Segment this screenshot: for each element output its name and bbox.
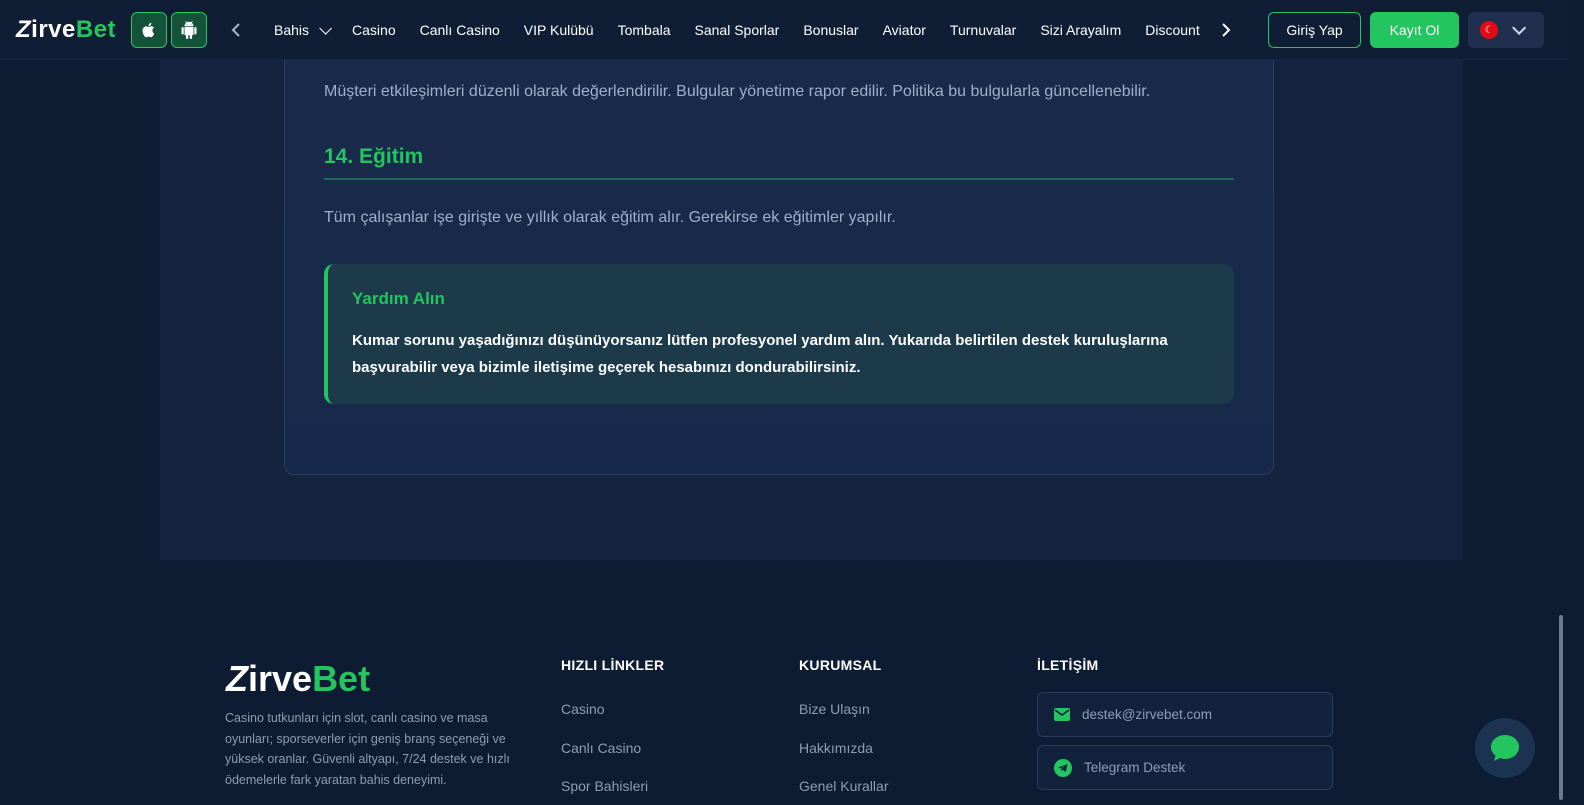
contact-email[interactable]: destek@zirvebet.com [1037, 692, 1333, 737]
footer-link-hakkimizda[interactable]: Hakkımızda [799, 740, 873, 756]
login-button[interactable]: Giriş Yap [1268, 12, 1361, 48]
telegram-icon [1054, 758, 1072, 777]
section-title: 14. Eğitim [324, 145, 424, 168]
footer-logo-irve: irve [248, 658, 313, 699]
live-chat-button[interactable] [1475, 718, 1535, 778]
intro-paragraph: Müşteri etkileşimleri düzenli olarak değ… [324, 83, 1151, 100]
mail-icon [1054, 708, 1070, 721]
help-callout-title: Yardım Alın [352, 289, 445, 308]
logo-bet: Bet [75, 16, 117, 43]
footer-link-bize-ulasin[interactable]: Bize Ulaşın [799, 701, 870, 717]
nav-item-vip-kulubu[interactable]: VIP Kulübü [512, 22, 606, 38]
scrollbar-thumb[interactable] [1559, 615, 1563, 800]
nav-scroll-left-button[interactable] [224, 18, 248, 42]
android-app-button[interactable] [171, 12, 207, 48]
nav-item-bonuslar[interactable]: Bonuslar [791, 22, 870, 38]
footer-logo-z: Z [226, 658, 248, 699]
footer-link-casino[interactable]: Casino [561, 701, 605, 717]
footer-logo[interactable]: Zirve Bet [226, 658, 371, 700]
chevron-right-icon [1222, 23, 1231, 37]
footer-link-genel-kurallar[interactable]: Genel Kurallar [799, 778, 889, 794]
contact-title: İLETİŞİM [1037, 657, 1099, 673]
nav-item-label: Bahis [274, 22, 310, 38]
nav-scroll-right-button[interactable] [1214, 18, 1238, 42]
contact-telegram-text: Telegram Destek [1084, 760, 1186, 775]
footer-logo-bet: Bet [312, 658, 371, 699]
nav-item-sanal-sporlar[interactable]: Sanal Sporlar [683, 22, 792, 38]
top-navbar: Zirve Bet Bahis Casino Canlı Casino VIP K… [0, 0, 1568, 60]
chevron-left-icon [231, 23, 240, 37]
contact-email-text: destek@zirvebet.com [1082, 707, 1213, 722]
quick-links-title: HIZLI LİNKLER [561, 657, 665, 673]
logo-irve: irve [31, 16, 76, 43]
register-button[interactable]: Kayıt Ol [1370, 12, 1459, 48]
turkey-flag-icon: ☾ [1480, 21, 1498, 39]
help-callout-text: Kumar sorunu yaşadığınızı düşünüyorsanız… [352, 332, 1168, 376]
chevron-down-icon [1512, 20, 1527, 35]
chat-bubble-icon [1491, 735, 1519, 761]
section-paragraph: Tüm çalışanlar işe girişte ve yıllık ola… [324, 209, 896, 226]
footer-link-spor-bahisleri[interactable]: Spor Bahisleri [561, 778, 648, 794]
chevron-down-icon [319, 21, 333, 35]
nav-item-discount[interactable]: Discount [1133, 22, 1211, 38]
corporate-title: KURUMSAL [799, 657, 882, 673]
language-selector[interactable]: ☾ [1468, 12, 1544, 48]
contact-telegram[interactable]: Telegram Destek [1037, 745, 1333, 790]
ios-app-button[interactable] [131, 12, 167, 48]
footer-link-canli-casino[interactable]: Canlı Casino [561, 740, 641, 756]
apple-icon [142, 22, 155, 38]
nav-item-aviator[interactable]: Aviator [871, 22, 938, 38]
nav-item-tombala[interactable]: Tombala [606, 22, 683, 38]
page-scrollbar[interactable] [1568, 0, 1584, 805]
site-logo[interactable]: Zirve Bet [16, 16, 116, 44]
nav-item-casino[interactable]: Casino [340, 22, 408, 38]
nav-item-sizi-arayalim[interactable]: Sizi Arayalım [1028, 22, 1133, 38]
logo-z: Z [16, 16, 32, 43]
nav-item-turnuvalar[interactable]: Turnuvalar [938, 22, 1028, 38]
main-nav: Bahis Casino Canlı Casino VIP Kulübü Tom… [262, 0, 1212, 60]
nav-item-bahis[interactable]: Bahis [262, 21, 340, 38]
footer-description: Casino tutkunları için slot, canlı casin… [225, 711, 510, 787]
nav-item-canli-casino[interactable]: Canlı Casino [408, 22, 512, 38]
android-icon [181, 21, 197, 39]
section-divider [324, 178, 1234, 180]
